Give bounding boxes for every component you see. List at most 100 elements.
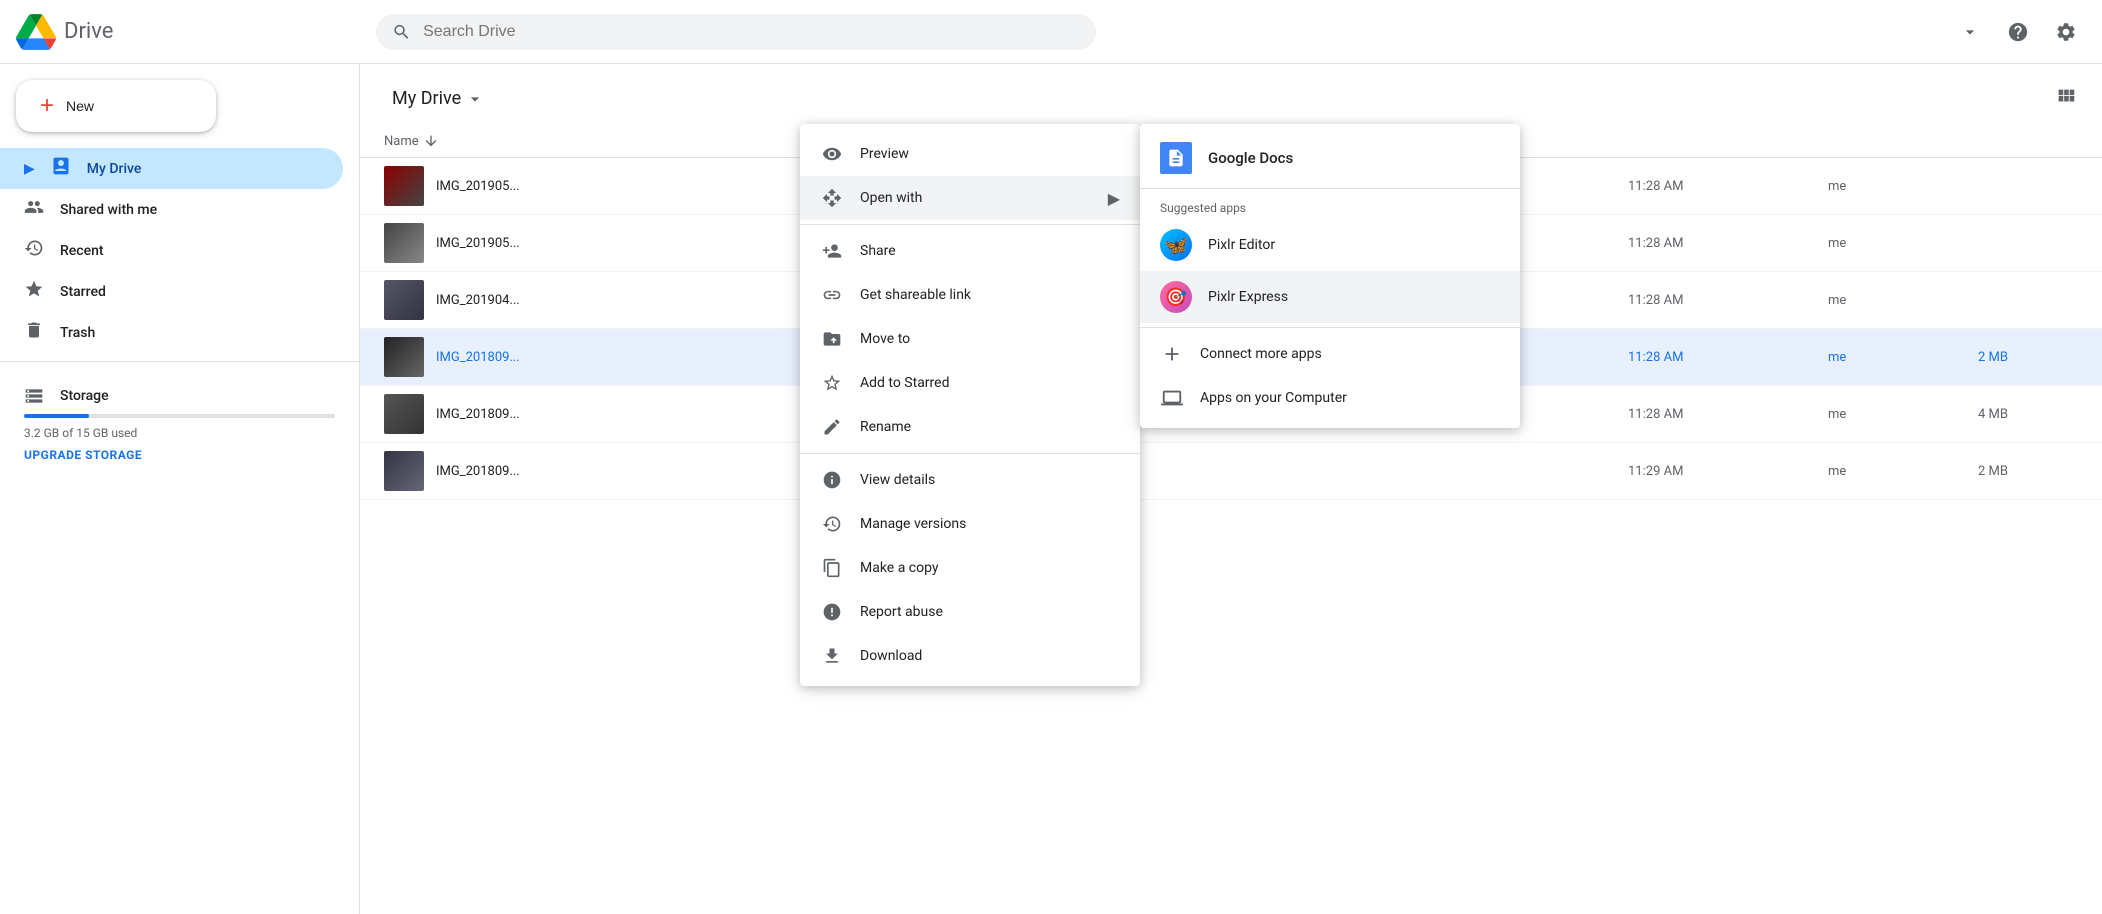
app-body: + New ▶ My Drive Shared with me Recent: [0, 0, 2102, 914]
submenu-divider-2: [1140, 327, 1520, 328]
file-modified: 11:28 AM: [1628, 350, 1828, 365]
recent-icon: [24, 238, 44, 263]
app-title: Drive: [64, 19, 113, 44]
col-name-label: Name: [384, 134, 419, 149]
sidebar: + New ▶ My Drive Shared with me Recent: [0, 64, 360, 914]
drive-dropdown-icon: [465, 89, 485, 109]
share-label: Share: [860, 243, 1120, 259]
rename-label: Rename: [860, 419, 1120, 435]
open-with-icon: [820, 186, 844, 210]
grid-view-button[interactable]: [2046, 76, 2086, 116]
main-content: My Drive Name IMG_201905... 11:28 AM me …: [360, 64, 2102, 914]
storage-bar-fill: [24, 414, 89, 418]
sidebar-item-recent[interactable]: Recent: [0, 230, 343, 271]
submenu-google-docs[interactable]: Google Docs: [1140, 132, 1520, 184]
context-menu-share[interactable]: Share: [800, 229, 1140, 273]
file-owner: me: [1828, 464, 1978, 479]
file-size: 4 MB: [1978, 407, 2078, 422]
open-with-arrow-icon: ▶: [1108, 189, 1120, 208]
context-menu-move-to[interactable]: Move to: [800, 317, 1140, 361]
trash-label: Trash: [60, 325, 95, 341]
manage-versions-label: Manage versions: [860, 516, 1120, 532]
shared-icon: [24, 197, 44, 222]
file-thumbnail: [384, 166, 424, 206]
trash-icon: [24, 320, 44, 345]
search-input[interactable]: [423, 23, 1080, 41]
upgrade-storage-link[interactable]: UPGRADE STORAGE: [24, 448, 335, 462]
expand-arrow-icon: ▶: [24, 161, 35, 177]
storage-label: Storage: [24, 386, 335, 406]
report-abuse-icon: [820, 600, 844, 624]
my-drive-dropdown[interactable]: My Drive: [384, 80, 493, 117]
view-details-label: View details: [860, 472, 1120, 488]
context-menu-shareable-link[interactable]: Get shareable link: [800, 273, 1140, 317]
context-menu-open-with[interactable]: Open with ▶: [800, 176, 1140, 220]
context-menu: Preview Open with ▶ Share: [800, 124, 1140, 686]
pixlr-express-label: Pixlr Express: [1208, 289, 1288, 305]
header-right: [1934, 12, 2086, 52]
report-abuse-label: Report abuse: [860, 604, 1120, 620]
pixlr-editor-icon: 🦋: [1160, 229, 1192, 261]
submenu-pixlr-express[interactable]: 🎯 Pixlr Express: [1140, 271, 1520, 323]
new-button[interactable]: + New: [16, 80, 216, 132]
table-row[interactable]: IMG_201809... 11:29 AM me 2 MB: [360, 443, 2102, 500]
context-menu-view-details[interactable]: View details: [800, 458, 1140, 502]
sidebar-item-starred[interactable]: Starred: [0, 271, 343, 312]
context-menu-rename[interactable]: Rename: [800, 405, 1140, 449]
help-button[interactable]: [1998, 12, 2038, 52]
context-menu-download[interactable]: Download: [800, 634, 1140, 678]
sort-arrow-icon: [423, 133, 439, 149]
storage-bar-background: [24, 414, 335, 418]
storage-used-text: 3.2 GB of 15 GB used: [24, 426, 335, 440]
menu-divider-1: [800, 224, 1140, 225]
settings-button[interactable]: [2046, 12, 2086, 52]
pixlr-editor-label: Pixlr Editor: [1208, 237, 1275, 253]
google-drive-logo: [16, 12, 56, 52]
file-thumbnail: [384, 223, 424, 263]
search-bar[interactable]: [376, 14, 1096, 50]
plus-icon: +: [40, 92, 54, 120]
computer-icon: [1160, 386, 1184, 410]
submenu-pixlr-editor[interactable]: 🦋 Pixlr Editor: [1140, 219, 1520, 271]
context-menu-add-starred[interactable]: Add to Starred: [800, 361, 1140, 405]
drive-title: My Drive: [392, 88, 461, 109]
app-header: Drive: [0, 0, 2102, 64]
file-size: 2 MB: [1978, 464, 2078, 479]
add-starred-label: Add to Starred: [860, 375, 1120, 391]
download-label: Download: [860, 648, 1120, 664]
preview-label: Preview: [860, 146, 1120, 162]
google-docs-label: Google Docs: [1208, 149, 1293, 167]
context-menu-make-copy[interactable]: Make a copy: [800, 546, 1140, 590]
apps-computer-label: Apps on your Computer: [1200, 390, 1347, 406]
search-icon: [392, 22, 411, 42]
file-owner: me: [1828, 407, 1978, 422]
context-menu-report-abuse[interactable]: Report abuse: [800, 590, 1140, 634]
sidebar-item-shared[interactable]: Shared with me: [0, 189, 343, 230]
submenu-divider-1: [1140, 188, 1520, 189]
shared-label: Shared with me: [60, 202, 157, 218]
submenu-apps-computer[interactable]: Apps on your Computer: [1140, 376, 1520, 420]
connect-more-label: Connect more apps: [1200, 346, 1322, 362]
file-modified: 11:28 AM: [1628, 293, 1828, 308]
sidebar-divider: [0, 361, 359, 362]
file-thumbnail: [384, 280, 424, 320]
my-drive-label: My Drive: [87, 161, 142, 177]
shareable-link-label: Get shareable link: [860, 287, 1120, 303]
file-thumbnail: [384, 394, 424, 434]
context-menu-manage-versions[interactable]: Manage versions: [800, 502, 1140, 546]
context-menu-preview[interactable]: Preview: [800, 132, 1140, 176]
storage-section: Storage 3.2 GB of 15 GB used UPGRADE STO…: [0, 370, 359, 478]
sidebar-item-my-drive[interactable]: ▶ My Drive: [0, 148, 343, 189]
file-size: 2 MB: [1978, 350, 2078, 365]
submenu-connect-more-apps[interactable]: Connect more apps: [1140, 332, 1520, 376]
open-with-label: Open with: [860, 190, 1092, 206]
file-owner: me: [1828, 350, 1978, 365]
share-icon: [820, 239, 844, 263]
make-copy-label: Make a copy: [860, 560, 1120, 576]
open-with-submenu: Google Docs Suggested apps 🦋 Pixlr Edito…: [1140, 124, 1520, 428]
file-owner: me: [1828, 293, 1978, 308]
file-owner: me: [1828, 179, 1978, 194]
search-options-button[interactable]: [1950, 12, 1990, 52]
sidebar-item-trash[interactable]: Trash: [0, 312, 343, 353]
file-modified: 11:28 AM: [1628, 179, 1828, 194]
